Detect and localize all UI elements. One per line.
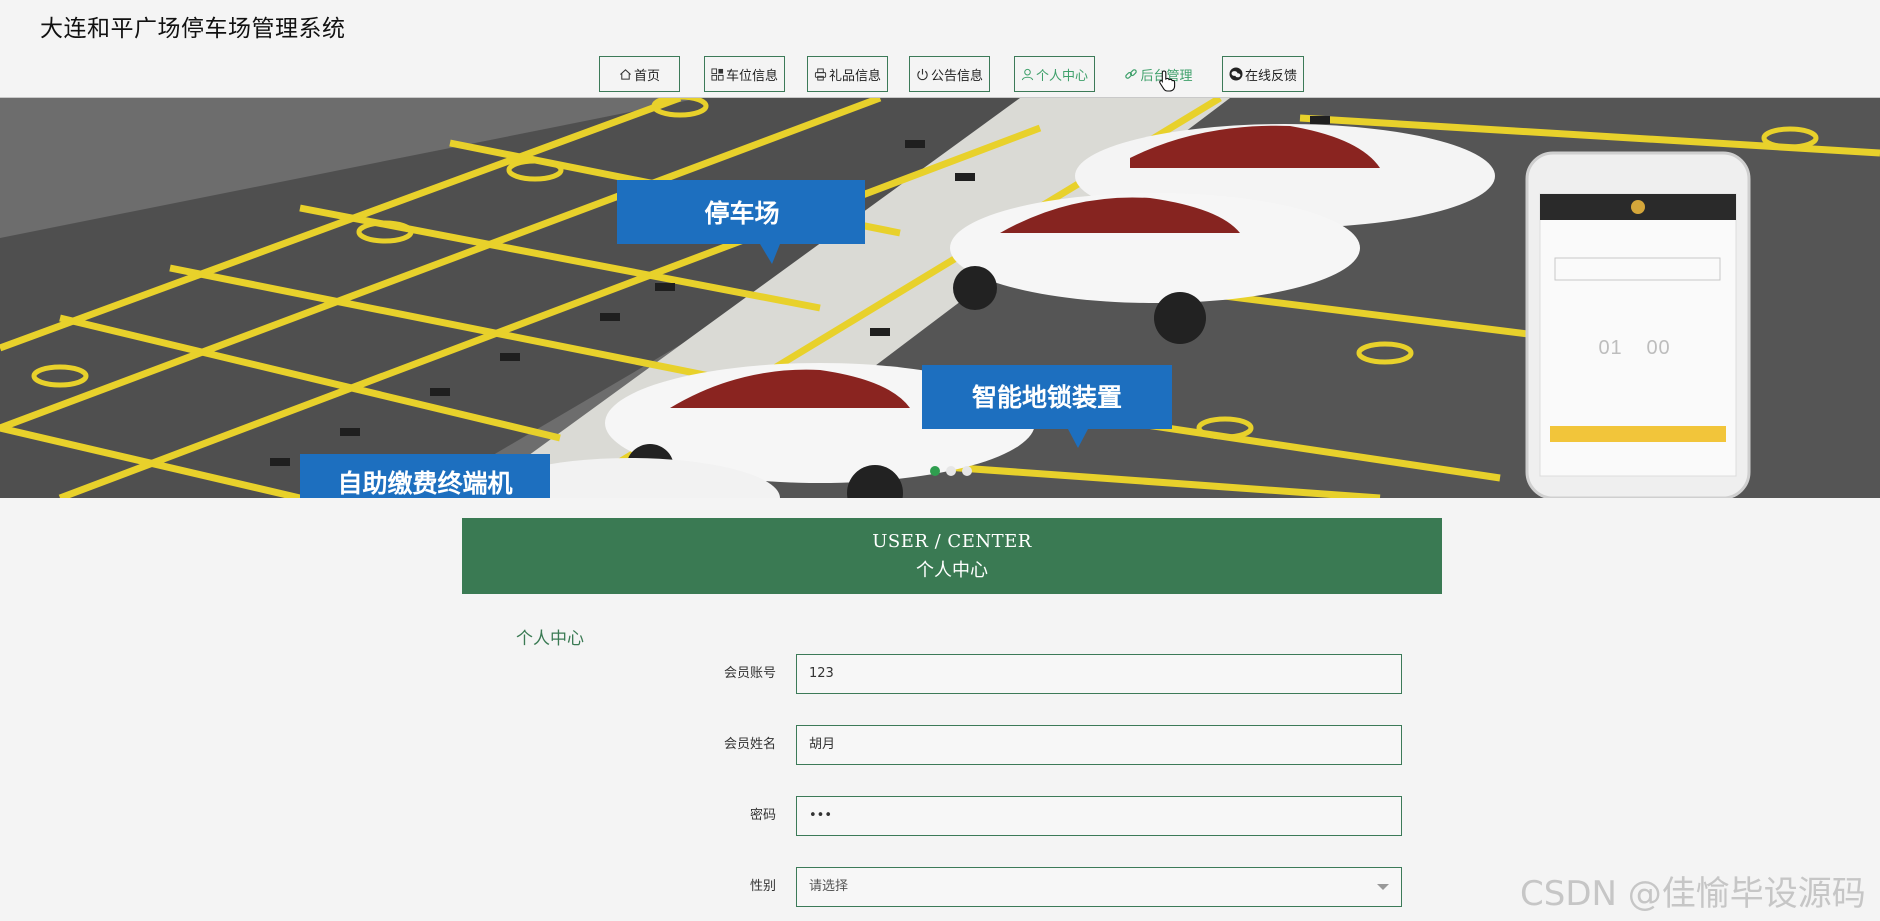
user-icon [1021,68,1034,81]
nav-notice-info-label: 公告信息 [930,68,983,84]
nav-personal-center-label: 个人中心 [1035,68,1088,84]
phone-mockup: 0 1 0 0 [1525,151,1751,498]
nav-feedback-label: 在线反馈 [1244,68,1297,84]
callout-self-pay-text: 自助缴费终端机 [337,469,512,498]
site-title: 大连和平广场停车场管理系统 [40,16,346,42]
watermark: CSDN @佳愉毕设源码 [1520,874,1866,914]
callout-smart-lock-text: 智能地锁装置 [972,383,1122,412]
svg-text:0: 0 [1658,337,1669,359]
chevron-down-icon[interactable] [1377,884,1389,890]
nav-feedback[interactable]: 在线反馈 [1222,56,1304,92]
password-input[interactable]: ••• [796,796,1402,836]
form-row-account: 会员账号 123 [620,654,1620,694]
main-nav: 首页 车位信息 礼品信息 公告信息 个人中心 后台管理 在线反馈 [0,56,1880,94]
grid-icon [711,67,724,81]
carousel-dot-1[interactable] [930,466,940,476]
nav-gift-info[interactable]: 礼品信息 [807,56,888,92]
svg-text:1: 1 [1610,337,1621,359]
section-header: USER / CENTER 个人中心 [462,518,1442,594]
nav-notice-info[interactable]: 公告信息 [909,56,990,92]
password-label: 密码 [749,808,776,823]
gender-select[interactable]: 请选择 [796,867,1402,907]
carousel-indicators [930,466,972,476]
svg-text:0: 0 [1646,337,1657,359]
nav-personal-center[interactable]: 个人中心 [1014,56,1095,92]
form-row-gender: 性别 请选择 [620,867,1620,907]
form-title: 个人中心 [516,629,584,649]
power-icon [916,68,929,81]
printer-icon [814,67,827,81]
nav-parking-info[interactable]: 车位信息 [704,56,785,92]
nav-parking-info-label: 车位信息 [725,68,778,84]
callout-parking-lot-text: 停车场 [704,199,779,228]
wechat-icon [1229,67,1243,81]
gender-label: 性别 [749,879,776,894]
nav-home[interactable]: 首页 [599,56,680,92]
banner-image: 0 1 0 0 停车场 智能地锁装置 自助缴费终端机 [0,98,1880,498]
carousel-dot-3[interactable] [962,466,972,476]
svg-text:0: 0 [1598,337,1609,359]
carousel-dot-2[interactable] [946,466,956,476]
name-label: 会员姓名 [723,737,776,752]
account-label: 会员账号 [723,666,776,681]
callout-self-pay: 自助缴费终端机 [300,454,550,498]
link-icon [1124,68,1138,81]
nav-home-label: 首页 [633,68,660,84]
mouse-pointer-icon [1159,70,1176,92]
section-title-en: USER / CENTER [872,531,1032,552]
form-row-name: 会员姓名 胡月 [620,725,1620,765]
nav-gift-info-label: 礼品信息 [828,68,881,84]
home-icon [619,68,632,81]
name-input[interactable]: 胡月 [796,725,1402,765]
account-input[interactable]: 123 [796,654,1402,694]
banner-carousel[interactable]: 0 1 0 0 停车场 智能地锁装置 自助缴费终端机 [0,98,1880,498]
section-title-cn: 个人中心 [916,560,988,581]
gender-select-value: 请选择 [809,879,849,894]
top-header: 大连和平广场停车场管理系统 首页 车位信息 礼品信息 公告信息 个人中心 后台管… [0,0,1880,98]
form-row-password: 密码 ••• [620,796,1620,836]
